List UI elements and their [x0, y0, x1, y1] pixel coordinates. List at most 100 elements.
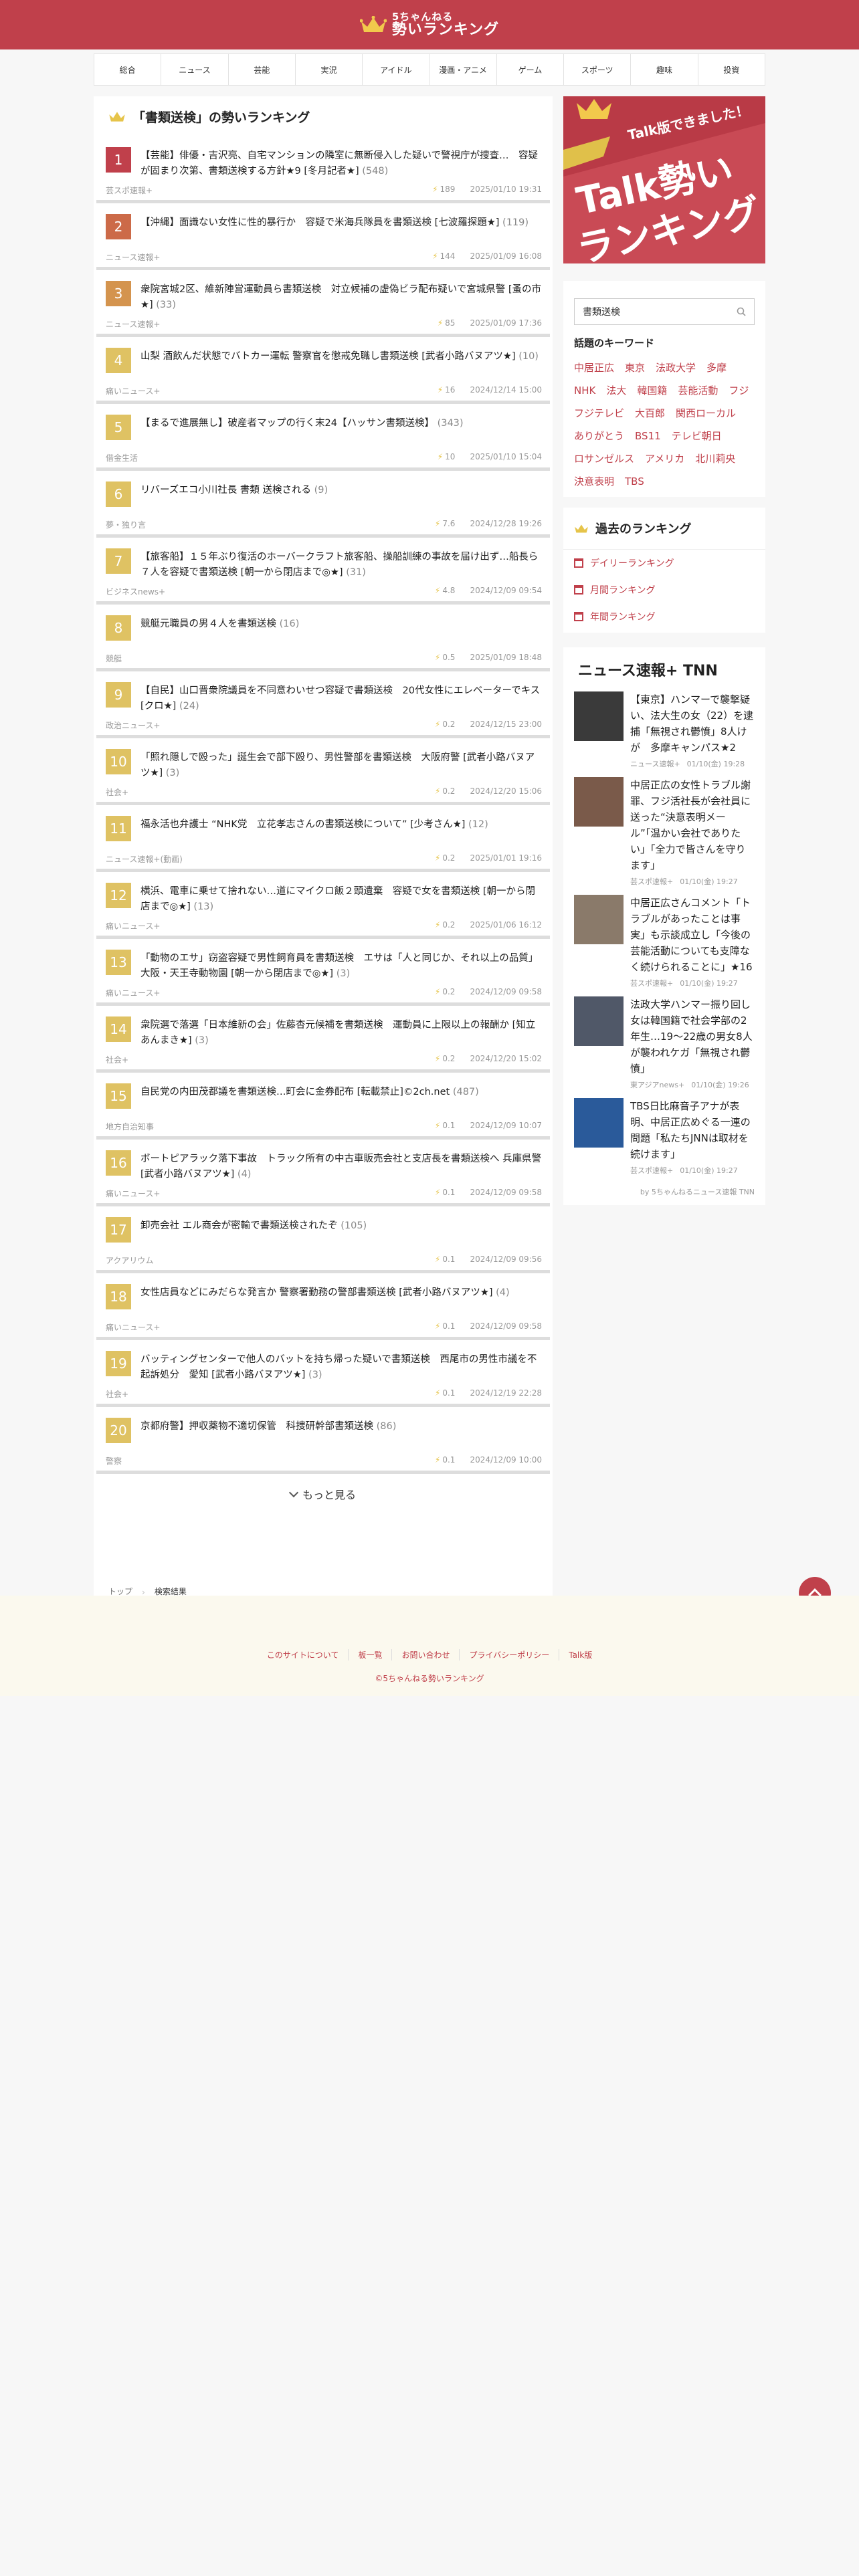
- ranking-item-title[interactable]: バッティングセンターで他人のバットを持ち帰った疑いで書類送検 西尾市の男性市議を…: [140, 1351, 542, 1382]
- news-headline[interactable]: TBS日比麻音子アナが表明、中居正広めぐる一連の問題「私たちJNNは取材を続けま…: [630, 1098, 755, 1162]
- site-logo[interactable]: 5ちゃんねる 勢いランキング: [359, 11, 499, 37]
- news-source[interactable]: by 5ちゃんねるニュース速報 TNN: [574, 1184, 755, 1197]
- keyword-link[interactable]: TBS: [625, 473, 644, 490]
- talk-banner[interactable]: Talk版できました！ Talk勢い ランキング: [563, 96, 765, 263]
- thread-title[interactable]: 衆院宮城2区、維新陣営運動員ら書類送検 対立候補の虚偽ビラ配布疑いで宮城県警 […: [140, 284, 541, 310]
- thread-title[interactable]: 福永活也弁護士 “NHK党 立花孝志さんの書類送検について” [少考さん★]: [140, 819, 465, 830]
- nav-item[interactable]: 実況: [296, 54, 363, 85]
- keyword-link[interactable]: 大百郎: [635, 405, 665, 422]
- nav-item[interactable]: ゲーム: [497, 54, 565, 85]
- search-field[interactable]: [574, 298, 755, 325]
- news-headline[interactable]: 法政大学ハンマー振り回し女は韓国籍で社会学部の2年生…19〜22歳の男女8人が襲…: [630, 996, 755, 1077]
- board-name[interactable]: 痛いニュース+: [106, 385, 160, 397]
- nav-item[interactable]: ニュース: [161, 54, 229, 85]
- news-item[interactable]: TBS日比麻音子アナが表明、中居正広めぐる一連の問題「私たちJNNは取材を続けま…: [574, 1098, 755, 1176]
- ranking-item-title[interactable]: 【芸能】俳優・吉沢亮、自宅マンションの隣室に無断侵入した疑いで警視庁が捜査… 容…: [140, 147, 542, 178]
- past-ranking-link[interactable]: デイリーランキング: [574, 550, 755, 576]
- keyword-link[interactable]: NHK: [574, 382, 595, 399]
- nav-item[interactable]: アイドル: [363, 54, 430, 85]
- ranking-item-title[interactable]: 衆院選で落選「日本維新の会」佐藤杏元候補を書類送検 運動員に上限以上の報酬か […: [140, 1016, 542, 1047]
- board-name[interactable]: ニュース速報+: [106, 318, 160, 330]
- footer-link[interactable]: プライバシーポリシー: [460, 1649, 560, 1660]
- ranking-item[interactable]: 9 【自民】山口晋衆院議員を不同意わいせつ容疑で書類送検 20代女性にエレベーター…: [96, 671, 550, 738]
- news-thumbnail[interactable]: [574, 996, 624, 1046]
- footer-link[interactable]: このサイトについて: [258, 1649, 349, 1660]
- keyword-link[interactable]: ロサンゼルス: [574, 450, 634, 467]
- ranking-item[interactable]: 1 【芸能】俳優・吉沢亮、自宅マンションの隣室に無断侵入した疑いで警視庁が捜査… …: [96, 136, 550, 203]
- thread-title[interactable]: 【自民】山口晋衆院議員を不同意わいせつ容疑で書類送検 20代女性にエレベーターで…: [140, 685, 540, 712]
- past-ranking-link[interactable]: 年間ランキング: [574, 603, 755, 630]
- board-name[interactable]: 警察: [106, 1455, 122, 1467]
- keyword-link[interactable]: BS11: [635, 427, 661, 445]
- ranking-item[interactable]: 15 自民党の内田茂都議を書類送検…町会に金券配布 [転載禁止]©2ch.net …: [96, 1073, 550, 1140]
- ranking-item-title[interactable]: 卸売会社 エル商会が密輸で書類送検されたぞ (105): [140, 1217, 367, 1234]
- ranking-item[interactable]: 17 卸売会社 エル商会が密輸で書類送検されたぞ (105) アクアリウム ⚡ 0.1 2…: [96, 1206, 550, 1273]
- ranking-item-title[interactable]: 女性店員などにみだらな発言か 警察署勤務の警部書類送検 [武者小路バヌアツ★] …: [140, 1284, 510, 1301]
- keyword-link[interactable]: 韓国籍: [637, 382, 667, 399]
- thread-title[interactable]: 京都府警】押収薬物不適切保管 科捜研幹部書類送検: [140, 1421, 373, 1432]
- keyword-link[interactable]: ありがとう: [574, 427, 624, 445]
- search-icon[interactable]: [737, 307, 746, 316]
- ranking-item-title[interactable]: 競艇元職員の男４人を書類送検 (16): [140, 615, 299, 632]
- board-name[interactable]: 社会+: [106, 786, 128, 798]
- ranking-item[interactable]: 4 山梨 酒飲んだ状態でバトカー運転 警察官を懲戒免職し書類送検 [武者小路バヌア…: [96, 337, 550, 404]
- ranking-item[interactable]: 19 バッティングセンターで他人のバットを持ち帰った疑いで書類送検 西尾市の男性市…: [96, 1340, 550, 1407]
- ranking-item-title[interactable]: 山梨 酒飲んだ状態でバトカー運転 警察官を懲戒免職し書類送検 [武者小路バヌアツ…: [140, 348, 539, 364]
- ranking-item-title[interactable]: 京都府警】押収薬物不適切保管 科捜研幹部書類送検 (86): [140, 1418, 396, 1434]
- show-more-button[interactable]: もっと見る: [94, 1474, 553, 1514]
- ranking-item-title[interactable]: 「照れ隠しで殴った」誕生会で部下殴り、男性警部を書類送検 大阪府警 [武者小路バ…: [140, 749, 542, 780]
- thread-title[interactable]: 卸売会社 エル商会が密輸で書類送検されたぞ: [140, 1220, 338, 1231]
- news-thumbnail[interactable]: [574, 1098, 624, 1148]
- news-thumbnail[interactable]: [574, 691, 624, 741]
- board-name[interactable]: 社会+: [106, 1388, 128, 1400]
- thread-title[interactable]: 山梨 酒飲んだ状態でバトカー運転 警察官を懲戒免職し書類送検 [武者小路バヌアツ…: [140, 351, 516, 362]
- ranking-item[interactable]: 7 【旅客船】１５年ぶり復活のホーバークラフト旅客船、操船訓練の事故を届け出ず…船…: [96, 538, 550, 605]
- news-item[interactable]: 【東京】ハンマーで襲撃疑い、法大生の女（22）を逮捕「無視され鬱憤」8人けが 多…: [574, 691, 755, 769]
- ranking-item[interactable]: 11 福永活也弁護士 “NHK党 立花孝志さんの書類送検について” [少考さん★]…: [96, 805, 550, 872]
- nav-item[interactable]: 投資: [698, 54, 765, 85]
- ranking-item-title[interactable]: 【まるで進展無し】破産者マップの行く末24【ハッサン書類送検】 (343): [140, 415, 464, 431]
- keyword-link[interactable]: 芸能活動: [678, 382, 718, 399]
- ranking-item-title[interactable]: 【沖縄】面識ない女性に性的暴行か 容疑で米海兵隊員を書類送検 [七波羅探題★] …: [140, 214, 529, 231]
- ranking-item[interactable]: 16 ボートピアラック落下事故 トラック所有の中古車販売会社と支店長を書類送検へ …: [96, 1140, 550, 1206]
- news-headline[interactable]: 中居正広さんコメント「トラブルがあったことは事実」も示談成立し「今後の芸能活動に…: [630, 895, 755, 975]
- board-name[interactable]: 競艇: [106, 653, 122, 664]
- ranking-item[interactable]: 2 【沖縄】面識ない女性に性的暴行か 容疑で米海兵隊員を書類送検 [七波羅探題★]…: [96, 203, 550, 270]
- ranking-item-title[interactable]: ボートピアラック落下事故 トラック所有の中古車販売会社と支店長を書類送検へ 兵庫…: [140, 1150, 542, 1181]
- ranking-item-title[interactable]: 【自民】山口晋衆院議員を不同意わいせつ容疑で書類送検 20代女性にエレベーターで…: [140, 682, 542, 713]
- keyword-link[interactable]: フジテレビ: [574, 405, 624, 422]
- board-name[interactable]: ビジネスnews+: [106, 586, 165, 597]
- board-name[interactable]: 借金生活: [106, 452, 138, 463]
- board-name[interactable]: 痛いニュース+: [106, 1321, 160, 1333]
- nav-item[interactable]: スポーツ: [564, 54, 632, 85]
- footer-link[interactable]: Talk版: [559, 1649, 601, 1660]
- keyword-link[interactable]: 決意表明: [574, 473, 614, 490]
- keyword-link[interactable]: フジ: [729, 382, 749, 399]
- keyword-link[interactable]: 多摩: [706, 359, 727, 377]
- board-name[interactable]: 地方自治知事: [106, 1121, 154, 1132]
- news-headline[interactable]: 中居正広の女性トラブル謝罪、フジ活社長が会社員に送った“決意表明メール”「温かい…: [630, 777, 755, 873]
- thread-title[interactable]: 「照れ隠しで殴った」誕生会で部下殴り、男性警部を書類送検 大阪府警 [武者小路バ…: [140, 752, 535, 778]
- search-input[interactable]: [583, 306, 730, 317]
- thread-title[interactable]: 【芸能】俳優・吉沢亮、自宅マンションの隣室に無断侵入した疑いで警視庁が捜査… 容…: [140, 150, 538, 177]
- thread-title[interactable]: 女性店員などにみだらな発言か 警察署勤務の警部書類送検 [武者小路バヌアツ★]: [140, 1287, 493, 1298]
- ranking-item-title[interactable]: 自民党の内田茂都議を書類送検…町会に金券配布 [転載禁止]©2ch.net (4…: [140, 1083, 479, 1100]
- board-name[interactable]: 政治ニュース+: [106, 720, 160, 731]
- ranking-item[interactable]: 5 【まるで進展無し】破産者マップの行く末24【ハッサン書類送検】 (343) 借金…: [96, 404, 550, 471]
- ranking-item[interactable]: 6 リバーズエコ小川社長 書類 送検される (9) 夢・独り言 ⚡ 7.6 2024/12…: [96, 471, 550, 538]
- past-ranking-link[interactable]: 月間ランキング: [574, 576, 755, 603]
- news-thumbnail[interactable]: [574, 777, 624, 827]
- thread-title[interactable]: リバーズエコ小川社長 書類 送検される: [140, 485, 311, 496]
- ranking-item-title[interactable]: 「動物のエサ」窃盗容疑で男性飼育員を書類送検 エサは「人と同じか、それ以上の品質…: [140, 950, 542, 980]
- keyword-link[interactable]: 法政大学: [656, 359, 696, 377]
- news-headline[interactable]: 【東京】ハンマーで襲撃疑い、法大生の女（22）を逮捕「無視され鬱憤」8人けが 多…: [630, 691, 755, 756]
- board-name[interactable]: 痛いニュース+: [106, 987, 160, 998]
- board-name[interactable]: ニュース速報+(動画): [106, 853, 183, 865]
- ranking-item[interactable]: 18 女性店員などにみだらな発言か 警察署勤務の警部書類送検 [武者小路バヌアツ★…: [96, 1273, 550, 1340]
- thread-title[interactable]: 競艇元職員の男４人を書類送検: [140, 619, 276, 629]
- ranking-item[interactable]: 14 衆院選で落選「日本維新の会」佐藤杏元候補を書類送検 運動員に上限以上の報酬か…: [96, 1006, 550, 1073]
- keyword-link[interactable]: 東京: [625, 359, 645, 377]
- ranking-item[interactable]: 3 衆院宮城2区、維新陣営運動員ら書類送検 対立候補の虚偽ビラ配布疑いで宮城県警 …: [96, 270, 550, 337]
- news-item[interactable]: 法政大学ハンマー振り回し女は韓国籍で社会学部の2年生…19〜22歳の男女8人が襲…: [574, 996, 755, 1090]
- board-name[interactable]: 痛いニュース+: [106, 920, 160, 932]
